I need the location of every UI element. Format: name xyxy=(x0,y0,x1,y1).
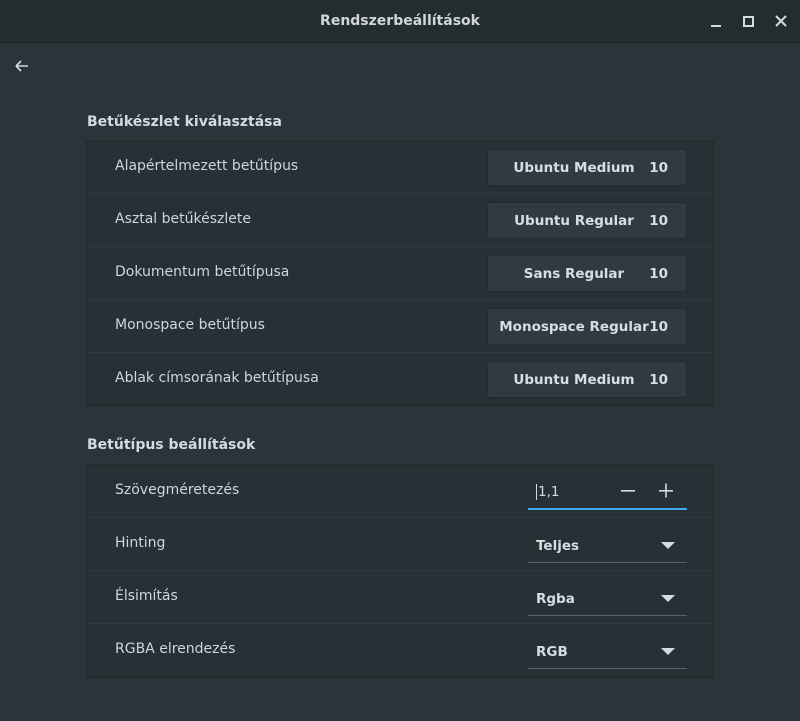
increment-button[interactable] xyxy=(657,482,675,500)
dropdown-value: RGB xyxy=(536,644,568,660)
list-item-titlebar-font: Ablak címsorának betűtípusa Ubuntu Mediu… xyxy=(87,353,713,406)
triangle-down-icon xyxy=(661,595,675,602)
arrow-left-icon xyxy=(15,60,28,72)
decrement-button[interactable] xyxy=(619,482,637,500)
list-item-document-font: Dokumentum betűtípusa Sans Regular 10 xyxy=(87,247,713,300)
font-name: Ubuntu Regular xyxy=(514,213,634,229)
list-item-monospace-font: Monospace betűtípus Monospace Regular 10 xyxy=(87,300,713,353)
close-button[interactable] xyxy=(771,11,791,31)
row-label: Alapértelmezett betűtípus xyxy=(115,158,299,174)
row-label: RGBA elrendezés xyxy=(115,641,236,657)
list-item-desktop-font: Asztal betűkészlete Ubuntu Regular 10 xyxy=(87,194,713,247)
list-item-hinting: Hinting Teljes xyxy=(87,518,713,571)
list-item-text-scaling: Szövegméretezés 1,1 xyxy=(87,465,713,518)
list-item-rgba-order: RGBA elrendezés RGB xyxy=(87,624,713,677)
font-selection-panel: Alapértelmezett betűtípus Ubuntu Medium … xyxy=(86,140,714,406)
row-label: Monospace betűtípus xyxy=(115,317,265,333)
font-size: 10 xyxy=(649,213,668,229)
font-size: 10 xyxy=(649,372,668,388)
monospace-font-button[interactable]: Monospace Regular 10 xyxy=(487,308,687,345)
font-name: Sans Regular xyxy=(523,266,625,282)
dropdown-value: Teljes xyxy=(536,538,580,554)
title-bar[interactable]: Rendszerbeállítások xyxy=(0,0,800,43)
default-font-button[interactable]: Ubuntu Medium 10 xyxy=(487,149,687,186)
titlebar-font-button[interactable]: Ubuntu Medium 10 xyxy=(487,361,687,398)
font-size: 10 xyxy=(649,266,668,282)
row-label: Dokumentum betűtípusa xyxy=(115,264,290,280)
hinting-dropdown[interactable]: Teljes xyxy=(528,528,687,563)
font-settings-panel: Szövegméretezés 1,1 Hinting Teljes Élsim… xyxy=(86,464,714,678)
window-title: Rendszerbeállítások xyxy=(320,13,480,29)
row-label: Asztal betűkészlete xyxy=(115,211,251,227)
triangle-down-icon xyxy=(661,542,675,549)
triangle-down-icon xyxy=(661,648,675,655)
desktop-font-button[interactable]: Ubuntu Regular 10 xyxy=(487,202,687,239)
list-item-antialiasing: Élsimítás Rgba xyxy=(87,571,713,624)
text-scaling-input[interactable]: 1,1 xyxy=(536,484,559,500)
rgba-order-dropdown[interactable]: RGB xyxy=(528,634,687,669)
row-label: Hinting xyxy=(115,535,166,551)
close-icon xyxy=(775,15,787,27)
row-label: Ablak címsorának betűtípusa xyxy=(115,370,319,386)
list-item-default-font: Alapértelmezett betűtípus Ubuntu Medium … xyxy=(87,141,713,194)
dropdown-value: Rgba xyxy=(536,591,575,607)
maximize-icon xyxy=(743,16,754,27)
font-size: 10 xyxy=(649,160,668,176)
font-name: Ubuntu Medium xyxy=(513,160,635,176)
maximize-button[interactable] xyxy=(739,11,759,31)
font-name: Ubuntu Medium xyxy=(513,372,635,388)
font-selection-heading: Betűkészlet kiválasztása xyxy=(87,114,282,130)
minimize-button[interactable] xyxy=(706,11,726,31)
minus-icon xyxy=(621,490,635,492)
font-settings-heading: Betűtípus beállítások xyxy=(87,437,256,453)
minimize-icon xyxy=(711,25,721,27)
antialiasing-dropdown[interactable]: Rgba xyxy=(528,581,687,616)
settings-window: Rendszerbeállítások Betűkészlet kiválasz… xyxy=(0,0,800,721)
document-font-button[interactable]: Sans Regular 10 xyxy=(487,255,687,292)
row-label: Szövegméretezés xyxy=(115,482,240,498)
font-name: Monospace Regular xyxy=(499,319,649,335)
row-label: Élsimítás xyxy=(115,588,178,604)
text-scaling-stepper[interactable]: 1,1 xyxy=(528,475,687,510)
font-size: 10 xyxy=(649,319,668,335)
plus-icon xyxy=(659,483,673,498)
back-button[interactable] xyxy=(12,56,32,76)
